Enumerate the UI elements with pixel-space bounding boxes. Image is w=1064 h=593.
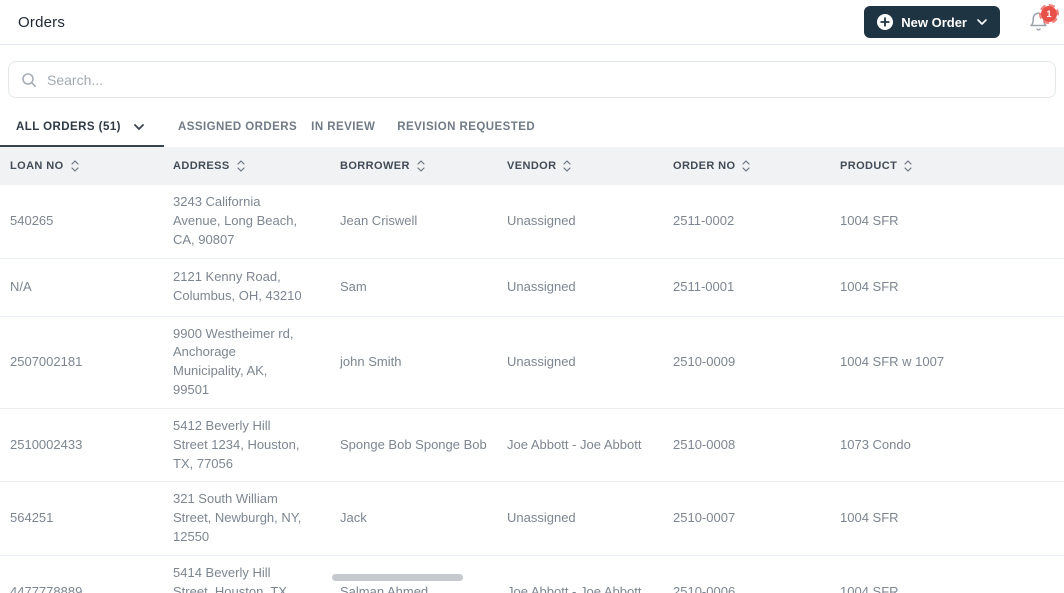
sort-icon [417,160,425,172]
cell-order-no: 2510-0007 [673,501,840,536]
cell-borrower: Jean Criswell [340,204,507,239]
chevron-down-icon [977,19,987,25]
sort-icon [742,160,750,172]
table-row[interactable]: 4477778889 5414 Beverly Hill Street, Hou… [0,556,1064,593]
table-body: 540265 3243 California Avenue, Long Beac… [0,185,1064,593]
column-label: PRODUCT [840,160,897,172]
table-header: LOAN NO ADDRESS BORROWER VENDOR ORDER NO… [0,147,1064,185]
sort-icon [563,160,571,172]
notification-badge: 1 [1041,6,1057,22]
cell-vendor: Joe Abbott - Joe Abbott [507,575,673,593]
cell-borrower: Sam [340,270,507,305]
tab-in-review-label: IN REVIEW [311,121,375,133]
table-row[interactable]: N/A 2121 Kenny Road, Columbus, OH, 43210… [0,259,1064,317]
cell-loan-no: 2510002433 [10,428,173,463]
cell-address: 9900 Westheimer rd, Anchorage Municipali… [173,317,340,408]
table-row[interactable]: 2510002433 5412 Beverly Hill Street 1234… [0,409,1064,483]
column-header-order-no[interactable]: ORDER NO [673,147,840,185]
cell-order-no: 2510-0008 [673,428,840,463]
cell-loan-no: 4477778889 [10,575,173,593]
table-row[interactable]: 540265 3243 California Avenue, Long Beac… [0,185,1064,259]
cell-product: 1004 SFR [840,204,1064,239]
tab-in-review[interactable]: IN REVIEW [311,109,375,147]
cell-vendor: Unassigned [507,204,673,239]
column-label: BORROWER [340,160,410,172]
column-header-address[interactable]: ADDRESS [173,147,340,185]
cell-borrower: Sponge Bob Sponge Bob [340,428,507,463]
column-label: ADDRESS [173,160,230,172]
tab-all-orders-label: ALL ORDERS (51) [16,121,121,133]
orders-page: Orders New Order 1 [0,0,1064,593]
tab-assigned-orders-label: ASSIGNED ORDERS [178,121,297,133]
cell-vendor: Unassigned [507,270,673,305]
plus-circle-icon [877,14,893,30]
search-section [8,61,1056,98]
cell-product: 1004 SFR [840,270,1064,305]
cell-product: 1004 SFR w 1007 [840,345,1064,380]
cell-product: 1073 Condo [840,428,1064,463]
table-row[interactable]: 564251 321 South William Street, Newburg… [0,482,1064,556]
cell-product: 1004 SFR [840,501,1064,536]
cell-vendor: Unassigned [507,345,673,380]
column-label: VENDOR [507,160,556,172]
tab-revision-requested-label: REVISION REQUESTED [397,121,535,133]
column-header-product[interactable]: PRODUCT [840,147,1064,185]
chevron-down-icon [134,124,144,130]
cell-loan-no: N/A [10,270,173,305]
page-title: Orders [18,14,65,31]
cell-loan-no: 564251 [10,501,173,536]
cell-address: 5412 Beverly Hill Street 1234, Houston, … [173,409,340,482]
new-order-button[interactable]: New Order [864,6,1000,38]
notifications-button[interactable]: 1 [1026,10,1050,34]
cell-order-no: 2510-0009 [673,345,840,380]
column-header-borrower[interactable]: BORROWER [340,147,507,185]
column-header-loan-no[interactable]: LOAN NO [10,147,173,185]
search-box [8,61,1056,98]
cell-order-no: 2511-0002 [673,204,840,239]
horizontal-scrollbar[interactable] [332,574,463,581]
cell-address: 5414 Beverly Hill Street, Houston, TX, 7… [173,556,340,593]
top-bar: Orders New Order 1 [0,0,1064,45]
cell-address: 2121 Kenny Road, Columbus, OH, 43210 [173,260,340,314]
column-label: ORDER NO [673,160,735,172]
table-row[interactable]: 2507002181 9900 Westheimer rd, Anchorage… [0,317,1064,409]
sort-icon [237,160,245,172]
column-label: LOAN NO [10,160,64,172]
cell-borrower: john Smith [340,345,507,380]
cell-address: 3243 California Avenue, Long Beach, CA, … [173,185,340,258]
sort-icon [904,160,912,172]
tab-all-orders[interactable]: ALL ORDERS (51) [0,109,164,147]
cell-vendor: Joe Abbott - Joe Abbott [507,428,673,463]
search-icon [21,72,37,88]
top-bar-actions: New Order 1 [864,6,1050,38]
column-header-vendor[interactable]: VENDOR [507,147,673,185]
cell-order-no: 2511-0001 [673,270,840,305]
tab-revision-requested[interactable]: REVISION REQUESTED [397,109,535,147]
tab-bar: ALL ORDERS (51) ASSIGNED ORDERS IN REVIE… [0,109,1064,147]
tab-assigned-orders[interactable]: ASSIGNED ORDERS [178,109,297,147]
new-order-button-label: New Order [901,15,967,30]
cell-order-no: 2510-0006 [673,575,840,593]
cell-address: 321 South William Street, Newburgh, NY, … [173,482,340,555]
search-input[interactable] [47,72,1043,88]
cell-product: 1004 SFR [840,575,1064,593]
cell-borrower: Jack [340,501,507,536]
sort-icon [71,160,79,172]
cell-vendor: Unassigned [507,501,673,536]
cell-loan-no: 2507002181 [10,345,173,380]
cell-loan-no: 540265 [10,204,173,239]
